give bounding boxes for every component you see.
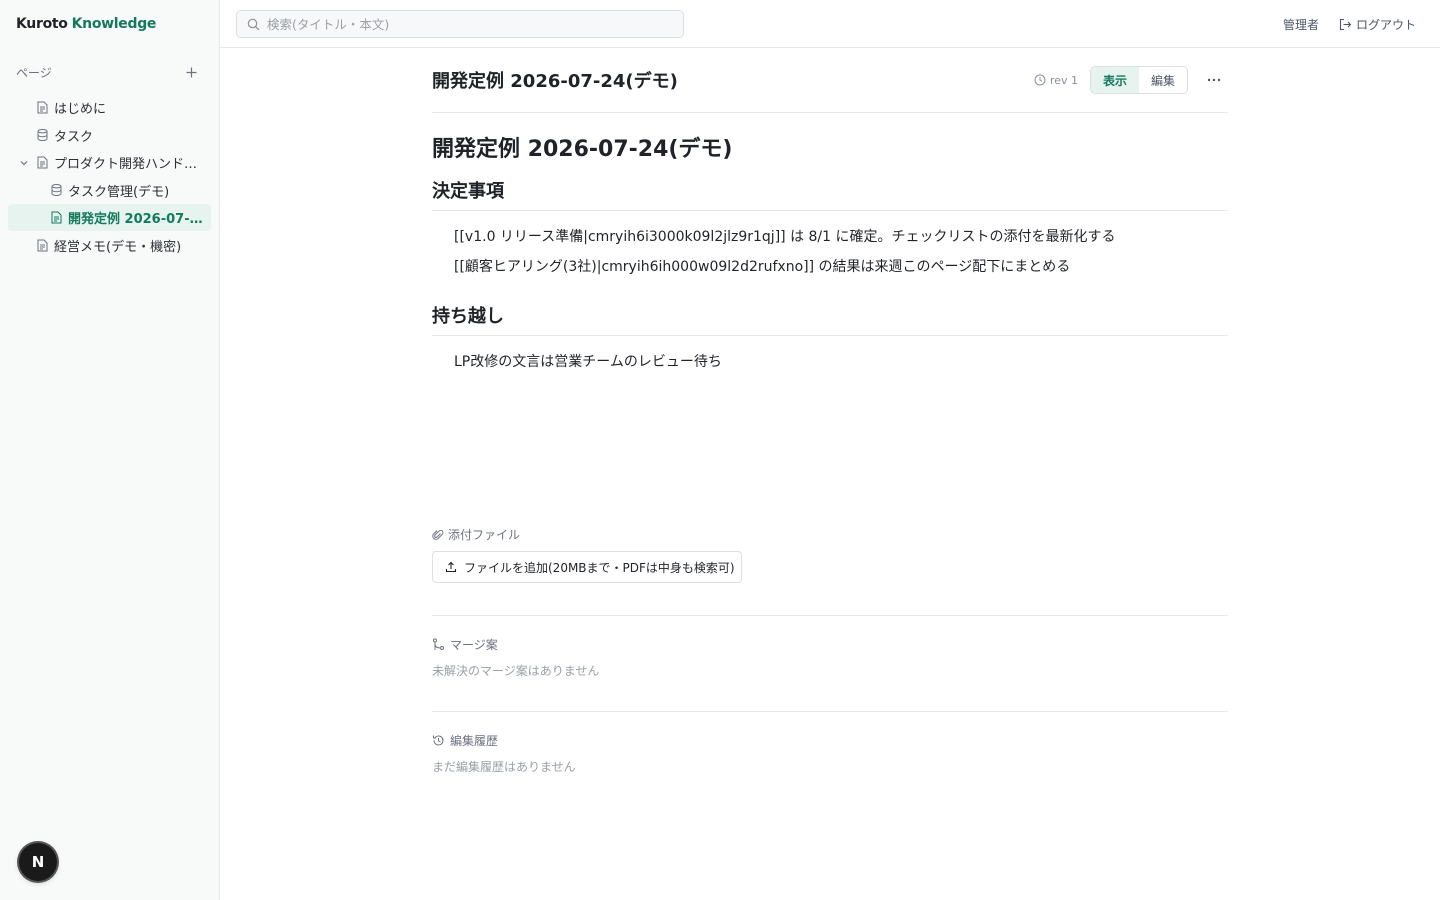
search-icon [247, 18, 260, 31]
attachments-label: 添付ファイル [432, 526, 520, 543]
brand-name-part1: Kuroto [16, 16, 68, 32]
tree-item-label: 経営メモ(デモ・機密) [54, 239, 182, 255]
history-empty-text: まだ編集履歴はありません [432, 760, 576, 774]
decision-item: [[顧客ヒアリング(3社)|cmryih6ih000w09l2d2rufxno]… [454, 259, 1071, 275]
merge-label-text: マージ案 [450, 638, 498, 652]
tree-item-label: 開発定例 2026-07-2… [68, 212, 206, 227]
carryover-list: LP改修の文言は営業チームのレビュー待ち [432, 347, 1228, 377]
history-label-text: 編集履歴 [450, 734, 499, 748]
add-file-label: ファイルを追加(20MBまで・PDFは中身も検索可) [464, 560, 735, 575]
tree-item-label: タスク管理(デモ) [68, 184, 170, 200]
chevron-down-icon[interactable] [18, 157, 30, 169]
logout-icon [1339, 18, 1352, 31]
history-icon [432, 734, 445, 747]
tree-item-label: タスク [54, 129, 94, 145]
page-icon [50, 211, 63, 224]
pages-section-label: ページ [16, 65, 52, 80]
page-title: 開発定例 2026-07-24(デモ) [432, 71, 678, 92]
tree-item-task-management[interactable]: タスク管理(デモ) [8, 177, 211, 204]
next-dev-badge[interactable]: N [19, 843, 57, 881]
page-main: 開発定例 2026-07-24(デモ) rev 1 表示 編集 開発定例 202… [432, 48, 1228, 774]
page-tree: はじめに タスク プロダクト開発ハンド… タスク管理(デモ) 開発定例 2026… [0, 94, 219, 259]
divider [432, 615, 1228, 616]
edit-mode-button[interactable]: 編集 [1139, 67, 1187, 93]
add-file-button[interactable]: ファイルを追加(20MBまで・PDFは中身も検索可) [432, 551, 742, 583]
revision-label: rev 1 [1049, 73, 1078, 87]
tree-item-intro[interactable]: はじめに [8, 94, 211, 121]
user-name[interactable]: 管理者 [1283, 16, 1319, 33]
tree-item-tasks[interactable]: タスク [8, 122, 211, 149]
page-actions: rev 1 表示 編集 [1034, 66, 1228, 94]
view-mode-button[interactable]: 表示 [1091, 67, 1139, 93]
brand-name-part2: Knowledge [71, 16, 157, 32]
tree-item-product-handbook[interactable]: プロダクト開発ハンド… [8, 149, 211, 176]
sidebar: Kuroto Knowledge ページ はじめに タスク プロダクト開発ハンド… [0, 0, 220, 900]
history-section-label: 編集履歴 [432, 732, 498, 749]
revision-indicator[interactable]: rev 1 [1034, 74, 1078, 87]
more-options-button[interactable] [1200, 66, 1228, 94]
top-bar: 管理者 ログアウト [220, 0, 1440, 48]
tree-item-management-memo[interactable]: 経営メモ(デモ・機密) [8, 232, 211, 259]
database-icon [50, 184, 63, 197]
plus-icon [186, 67, 196, 77]
decision-item: [[v1.0 リリース準備|cmryih6i3000k09l2jlz9r1qj]… [454, 229, 1116, 245]
paperclip-icon [432, 529, 444, 541]
search-input[interactable] [267, 16, 667, 32]
merge-section-label: マージ案 [432, 636, 498, 653]
page-icon [36, 239, 49, 252]
brand-logo[interactable]: Kuroto Knowledge [0, 0, 219, 48]
carryover-item: LP改修の文言は営業チームのレビュー待ち [454, 354, 722, 370]
attachments-label-text: 添付ファイル [448, 528, 521, 542]
tree-item-dev-meeting[interactable]: 開発定例 2026-07-2… [8, 204, 211, 231]
database-icon [36, 129, 49, 142]
divider [432, 711, 1228, 712]
page-icon [36, 101, 49, 114]
tree-item-label: はじめに [54, 102, 107, 117]
page-header: 開発定例 2026-07-24(デモ) rev 1 表示 編集 [432, 48, 1228, 113]
logout-button[interactable]: ログアウト [1339, 16, 1416, 33]
page-icon [36, 156, 49, 169]
logout-label: ログアウト [1355, 17, 1416, 32]
pages-section-header: ページ [0, 60, 219, 84]
upload-icon [445, 561, 457, 573]
decisions-list: [[v1.0 リリース準備|cmryih6i3000k09l2jlz9r1qj]… [432, 222, 1228, 282]
add-page-button[interactable] [183, 64, 199, 80]
tree-item-label: プロダクト開発ハンド… [54, 157, 198, 172]
mode-toggle: 表示 編集 [1090, 66, 1188, 94]
section-heading-decisions: 決定事項 [432, 177, 1228, 211]
clock-icon [1034, 74, 1046, 86]
user-menu: 管理者 ログアウト [1283, 0, 1416, 48]
git-merge-icon [432, 638, 445, 651]
merge-empty-text: 未解決のマージ案はありません [432, 664, 600, 678]
section-heading-carryover: 持ち越し [432, 302, 1228, 336]
more-horizontal-icon [1207, 78, 1221, 82]
search-box[interactable] [236, 10, 684, 38]
document-heading: 開発定例 2026-07-24(デモ) [432, 137, 733, 162]
